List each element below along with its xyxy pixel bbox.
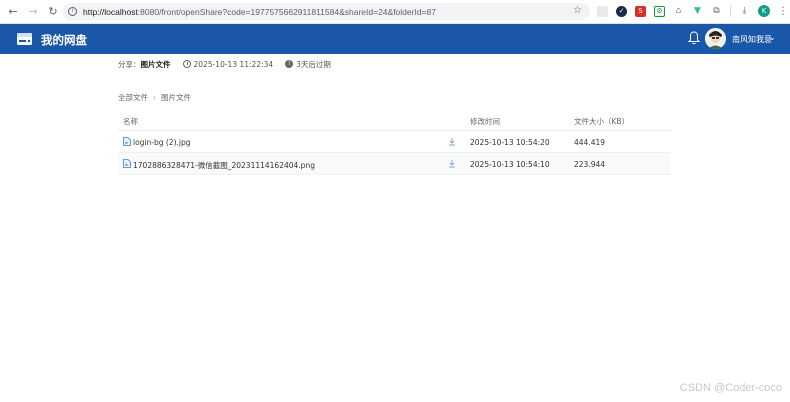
share-name: 图片文件 [140, 59, 171, 69]
share-label: 分享： [118, 59, 141, 69]
extension-icon[interactable]: S [635, 5, 646, 17]
file-name[interactable]: 1702886328471-微信截图_20231114162404.png [133, 160, 315, 171]
file-name[interactable]: login-bg (2).jpg [133, 138, 191, 147]
file-table: 名称 修改时间 文件大小（KB） login-bg (2).jpg 2025-1… [118, 110, 671, 175]
watermark: CSDN @Coder-coco [679, 382, 782, 394]
extensions-bar: ✓ S ⚙ ♺ ▼ ⧉ ⤓ K ⋮ [597, 5, 788, 17]
header-name[interactable]: 名称 [123, 116, 138, 127]
reload-icon[interactable]: ↻ [46, 5, 60, 19]
file-modified: 2025-10-13 10:54:10 [470, 160, 550, 169]
file-image-icon [123, 137, 131, 146]
chevron-right-icon: › [153, 93, 156, 102]
extension-icon[interactable]: ✓ [616, 5, 627, 17]
share-time: 2025-10-13 11:22:34 [193, 59, 274, 69]
extension-icon[interactable]: ⚙ [654, 5, 665, 17]
clock-icon [182, 60, 191, 68]
download-icon[interactable] [448, 159, 456, 168]
forward-icon[interactable]: → [26, 5, 40, 19]
bookmark-star-icon[interactable]: ☆ [573, 5, 582, 16]
breadcrumb: 全部文件 › 图片文件 [118, 92, 191, 103]
file-image-icon [123, 159, 131, 168]
header-size[interactable]: 文件大小（KB） [574, 116, 629, 127]
file-size: 223.944 [574, 160, 606, 169]
chevron-down-icon[interactable]: ⌄ [769, 33, 776, 42]
browser-toolbar: ← → ↻ i http://localhost:8080/front/open… [0, 0, 790, 24]
file-size: 444.419 [574, 138, 606, 147]
user-name[interactable]: 南风知我意 [732, 34, 772, 45]
address-bar[interactable]: i http://localhost:8080/front/openShare?… [62, 3, 590, 20]
user-avatar[interactable] [705, 28, 726, 49]
app-header: 我的网盘 南风知我意 ⌄ [0, 24, 790, 54]
extension-icon[interactable] [597, 5, 608, 17]
table-row[interactable]: login-bg (2).jpg 2025-10-13 10:54:20 444… [118, 131, 671, 153]
breadcrumb-current: 图片文件 [161, 93, 191, 102]
site-info-icon[interactable]: i [68, 7, 77, 16]
share-info: 分享： 图片文件 2025-10-13 11:22:34 ! 3天后过期 [118, 58, 331, 70]
table-header: 名称 修改时间 文件大小（KB） [118, 110, 671, 131]
app-title[interactable]: 我的网盘 [41, 32, 87, 48]
cloud-drive-logo-icon[interactable] [16, 31, 33, 46]
table-row[interactable]: 1702886328471-微信截图_20231114162404.png 20… [118, 153, 671, 175]
url-path: :8080/front/openShare?code=1977575662911… [137, 6, 436, 17]
extensions-puzzle-icon[interactable]: ⧉ [711, 5, 722, 17]
divider [730, 5, 731, 17]
browser-menu-icon[interactable]: ⋮ [778, 6, 788, 17]
breadcrumb-root[interactable]: 全部文件 [118, 92, 148, 103]
url-host: http://localhost [83, 6, 138, 17]
file-modified: 2025-10-13 10:54:20 [470, 138, 550, 147]
profile-avatar[interactable]: K [758, 5, 770, 17]
info-icon: ! [285, 60, 294, 68]
vue-devtools-icon[interactable]: ▼ [692, 5, 703, 17]
back-icon[interactable]: ← [6, 5, 20, 19]
share-expire: 3天后过期 [296, 59, 331, 69]
bell-icon[interactable] [688, 31, 700, 45]
download-icon[interactable] [448, 137, 456, 146]
download-icon[interactable]: ⤓ [739, 5, 750, 17]
header-modified[interactable]: 修改时间 [470, 116, 500, 127]
extension-icon[interactable]: ♺ [673, 5, 684, 17]
